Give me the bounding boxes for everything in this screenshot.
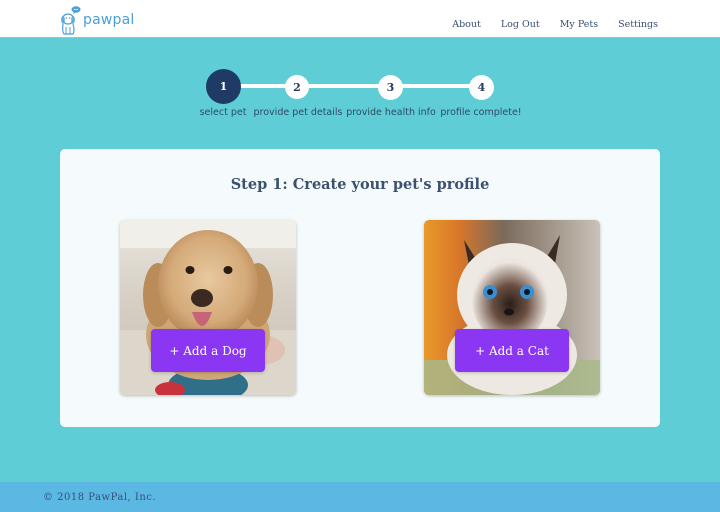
page-title: Step 1: Create your pet's profile [230, 176, 490, 193]
stepper-connector-line [224, 84, 482, 88]
step-2-circle: 2 [285, 75, 309, 99]
pet-selection-card: Step 1: Create your pet's profile + Add … [60, 149, 660, 427]
nav-about[interactable]: About [452, 19, 481, 30]
step-4-label: profile complete! [440, 107, 522, 118]
step-1-circle: 1 [206, 69, 241, 104]
dog-option-tile[interactable]: + Add a Dog [120, 220, 296, 395]
logo-text: pawpal [83, 12, 135, 28]
step-3-label: provide health info [346, 107, 436, 118]
step-3-circle: 3 [378, 75, 403, 100]
cat-option-tile[interactable]: + Add a Cat [424, 220, 600, 395]
copyright-text: © 2018 PawPal, Inc. [43, 492, 157, 503]
logo[interactable]: pawpal [60, 5, 134, 35]
main-nav: About Log Out My Pets Settings [432, 19, 658, 30]
top-header: pawpal About Log Out My Pets Settings [0, 0, 720, 38]
footer: © 2018 PawPal, Inc. [0, 482, 720, 512]
step-4-circle: 4 [469, 75, 494, 100]
add-dog-button[interactable]: + Add a Dog [151, 329, 265, 372]
add-cat-button[interactable]: + Add a Cat [455, 329, 569, 372]
nav-my-pets[interactable]: My Pets [560, 19, 598, 30]
progress-stepper: 1 2 3 4 select pet provide pet details p… [0, 60, 720, 130]
nav-settings[interactable]: Settings [618, 19, 658, 30]
dog-with-speech-bubble-icon [60, 5, 82, 35]
step-2-label: provide pet details [253, 107, 343, 118]
step-1-label: select pet [199, 107, 247, 118]
nav-log-out[interactable]: Log Out [501, 19, 540, 30]
